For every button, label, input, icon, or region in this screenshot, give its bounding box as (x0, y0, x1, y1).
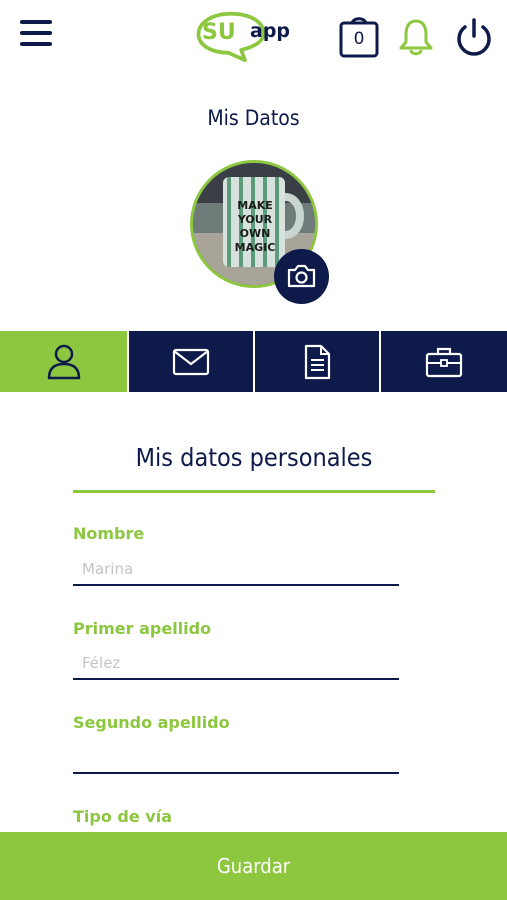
segundo-apellido-input[interactable] (73, 742, 399, 774)
change-photo-button[interactable] (274, 249, 329, 304)
tab-personal-data[interactable] (0, 331, 127, 392)
envelope-icon (172, 348, 210, 375)
document-icon (304, 344, 331, 379)
hamburger-menu-icon[interactable] (20, 18, 54, 48)
svg-text:YOUR: YOUR (237, 213, 273, 226)
notifications-button[interactable] (398, 17, 434, 57)
field-label-primer-apellido: Primer apellido (73, 619, 212, 638)
save-button[interactable]: Guardar (0, 832, 507, 900)
svg-text:MAKE: MAKE (237, 199, 273, 212)
camera-icon (287, 264, 316, 288)
cart-count-badge: 0 (353, 29, 365, 49)
nombre-input[interactable] (73, 554, 399, 586)
notification-bell-icon (399, 19, 433, 56)
logout-button[interactable] (454, 17, 494, 57)
profile-tabs (0, 331, 507, 392)
briefcase-icon (425, 347, 463, 377)
user-icon (47, 344, 80, 379)
field-label-segundo-apellido: Segundo apellido (73, 713, 230, 732)
tab-contact[interactable] (127, 331, 253, 392)
field-label-nombre: Nombre (73, 524, 145, 543)
field-label-tipo-de-via: Tipo de vía (73, 807, 172, 826)
logo-su-text: SU (202, 20, 236, 45)
page-title: Mis Datos (207, 106, 300, 130)
tab-documents[interactable] (253, 331, 379, 392)
svg-text:OWN: OWN (240, 227, 271, 240)
app-logo[interactable]: SU app (188, 6, 296, 68)
top-bar: SU app 0 (0, 0, 507, 80)
power-icon (457, 18, 491, 56)
logo-app-text: app (250, 20, 291, 42)
tab-work[interactable] (379, 331, 507, 392)
svg-text:MAGIC: MAGIC (235, 241, 276, 254)
primer-apellido-input[interactable] (73, 648, 399, 680)
section-divider (73, 490, 435, 493)
cart-button[interactable]: 0 (338, 12, 380, 58)
section-title: Mis datos personales (135, 443, 373, 472)
